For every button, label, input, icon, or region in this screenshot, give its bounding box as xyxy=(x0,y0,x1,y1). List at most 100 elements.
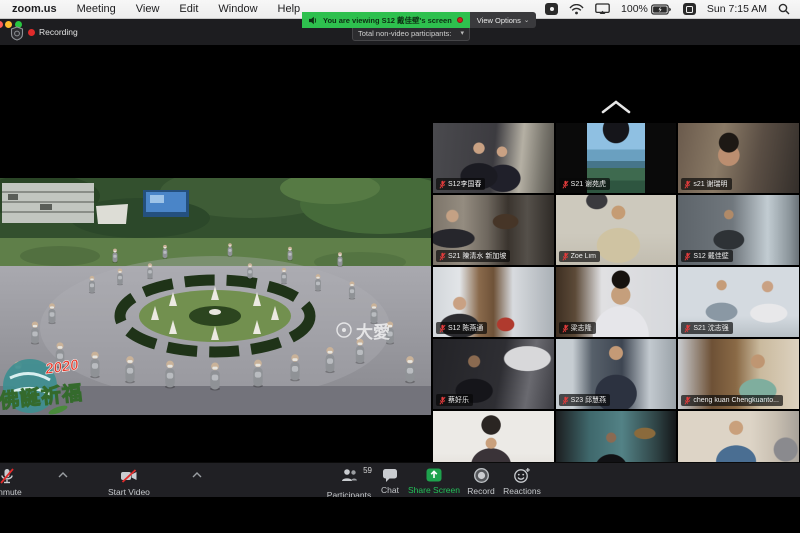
chat-icon xyxy=(381,467,399,483)
dropdown-caret-icon: ▾ xyxy=(460,29,464,37)
menubar-item-window[interactable]: Window xyxy=(208,3,267,15)
participant-name-tag: S21 陳清水 新加坡 xyxy=(436,250,510,262)
camera-off-icon xyxy=(119,467,139,485)
meeting-security-shield-icon[interactable] xyxy=(10,26,24,41)
menubar-item-view[interactable]: View xyxy=(126,3,170,15)
reactions-button[interactable]: Reactions xyxy=(494,467,550,496)
participant-name: S21 谢苑虎 xyxy=(571,179,606,189)
menubar-item-meeting[interactable]: Meeting xyxy=(67,3,126,15)
mic-muted-icon xyxy=(562,324,569,333)
view-options-label: View Options xyxy=(477,16,521,25)
participant-tile[interactable]: 梁志隆 xyxy=(556,267,677,337)
recording-indicator: Recording xyxy=(28,27,78,37)
participant-tile[interactable]: 蔡好乐 xyxy=(433,339,554,409)
mic-muted-icon xyxy=(0,467,16,485)
svg-text:大愛: 大愛 xyxy=(356,322,390,342)
wifi-icon[interactable] xyxy=(569,4,584,15)
audio-options-caret-icon[interactable] xyxy=(58,472,68,478)
participant-tile[interactable]: S23 邱慧燕 xyxy=(556,339,677,409)
video-options-caret-icon[interactable] xyxy=(192,472,202,478)
participant-tile[interactable]: S12 陈燕通 xyxy=(433,267,554,337)
speaker-icon xyxy=(309,16,318,25)
participant-tile[interactable]: S12李国春 xyxy=(433,123,554,193)
participant-name: Zoe Lim xyxy=(571,253,596,260)
participant-name: s21 谢瑞明 xyxy=(693,179,727,189)
screen-record-icon[interactable] xyxy=(545,3,558,15)
menubar-status-area: 100% Sun 7:15 AM xyxy=(545,3,800,15)
garden-led-screen xyxy=(143,190,189,217)
bottom-black-strip xyxy=(0,497,800,533)
menubar-clock[interactable]: Sun 7:15 AM xyxy=(707,3,767,15)
mic-muted-icon xyxy=(684,180,691,189)
participant-name-tag: Zoe Lim xyxy=(559,251,600,262)
menubar-app-name[interactable]: zoom.us xyxy=(0,3,67,15)
sharing-banner-green-area: You are viewing S12 戴佳壁's screen xyxy=(302,12,470,28)
record-icon xyxy=(473,467,490,484)
input-source-icon[interactable] xyxy=(683,3,696,15)
nonvideo-participants-label: Total non-video participants: xyxy=(358,29,451,38)
participant-tile[interactable]: S21 沈志强 xyxy=(678,267,799,337)
battery-icon xyxy=(651,4,672,15)
participant-name: 蔡好乐 xyxy=(448,395,469,405)
start-video-label: Start Video xyxy=(108,487,150,497)
recording-dot-icon xyxy=(28,29,35,36)
participant-name: S23 邱慧燕 xyxy=(571,395,606,405)
mic-muted-icon xyxy=(439,252,446,261)
participant-tile[interactable]: cheng kuan Chengkuanto... xyxy=(678,339,799,409)
share-screen-icon xyxy=(425,467,443,483)
display-airplay-icon[interactable] xyxy=(595,3,610,15)
mic-muted-icon xyxy=(439,324,446,333)
shared-screen-video: 大愛 2020 佛誕祈福 xyxy=(0,178,431,415)
meeting-main-area: 大愛 2020 佛誕祈福 S12李国春 S21 谢苑虎 s21 谢瑞明 S21 陳清水… xyxy=(0,45,800,462)
participants-count-badge: 59 xyxy=(363,466,372,475)
participant-gallery: S12李国春 S21 谢苑虎 s21 谢瑞明 S21 陳清水 新加坡 Zoe Lim S1… xyxy=(432,90,800,507)
chat-label: Chat xyxy=(381,485,399,495)
participant-name: S21 陳清水 新加坡 xyxy=(448,251,506,261)
unmute-button[interactable]: Unmute xyxy=(0,467,22,497)
menubar-item-edit[interactable]: Edit xyxy=(169,3,208,15)
mic-muted-icon xyxy=(562,252,569,261)
participant-name-tag: S12李国春 xyxy=(436,178,485,190)
screen-sharing-banner: You are viewing S12 戴佳壁's screen View Op… xyxy=(302,12,536,28)
participant-name: S12 戴佳壁 xyxy=(693,251,728,261)
participants-icon xyxy=(339,467,359,483)
recording-label: Recording xyxy=(39,27,78,37)
participant-tile[interactable]: S21 谢苑虎 xyxy=(556,123,677,193)
participant-tile[interactable]: S21 陳清水 新加坡 xyxy=(433,195,554,265)
chevron-down-icon: ⌄ xyxy=(524,16,529,24)
participant-tile[interactable]: S12 戴佳壁 xyxy=(678,195,799,265)
sharing-record-dot-icon xyxy=(457,17,463,23)
participant-name-tag: S12 戴佳壁 xyxy=(681,250,732,262)
participant-name: S12李国春 xyxy=(448,179,481,189)
participant-name-tag: 蔡好乐 xyxy=(436,394,473,406)
view-options-button[interactable]: View Options ⌄ xyxy=(470,12,537,28)
mic-muted-icon xyxy=(562,396,569,405)
participant-name-tag: S23 邱慧燕 xyxy=(559,394,610,406)
gallery-grid: S12李国春 S21 谢苑虎 s21 谢瑞明 S21 陳清水 新加坡 Zoe Lim S1… xyxy=(433,123,799,481)
participant-name-tag: 梁志隆 xyxy=(559,322,596,334)
record-label: Record xyxy=(467,486,494,496)
participant-name-tag: S21 谢苑虎 xyxy=(559,178,610,190)
participant-tile[interactable]: Zoe Lim xyxy=(556,195,677,265)
spotlight-search-icon[interactable] xyxy=(778,3,790,15)
share-screen-button[interactable]: Share Screen xyxy=(403,467,465,495)
participant-name: 梁志隆 xyxy=(571,323,592,333)
participant-name: cheng kuan Chengkuanto... xyxy=(693,397,779,404)
participant-name-tag: cheng kuan Chengkuanto... xyxy=(681,395,783,406)
participant-name-tag: s21 谢瑞明 xyxy=(681,178,731,190)
reactions-icon xyxy=(513,467,531,484)
gallery-scroll-up-chevron-icon[interactable] xyxy=(601,100,631,114)
participant-name-tag: S21 沈志强 xyxy=(681,322,732,334)
unmute-label: Unmute xyxy=(0,487,22,497)
reactions-label: Reactions xyxy=(503,486,541,496)
mic-muted-icon xyxy=(439,396,446,405)
mic-muted-icon xyxy=(562,180,569,189)
battery-indicator[interactable]: 100% xyxy=(621,3,672,15)
zoom-app-window: zoom.us MeetingViewEditWindowHelp 100% xyxy=(0,0,800,533)
battery-percent: 100% xyxy=(621,3,648,15)
participant-tile[interactable]: s21 谢瑞明 xyxy=(678,123,799,193)
mic-muted-icon xyxy=(684,252,691,261)
mic-muted-icon xyxy=(439,180,446,189)
start-video-button[interactable]: Start Video xyxy=(108,467,150,497)
mic-muted-icon xyxy=(684,324,691,333)
